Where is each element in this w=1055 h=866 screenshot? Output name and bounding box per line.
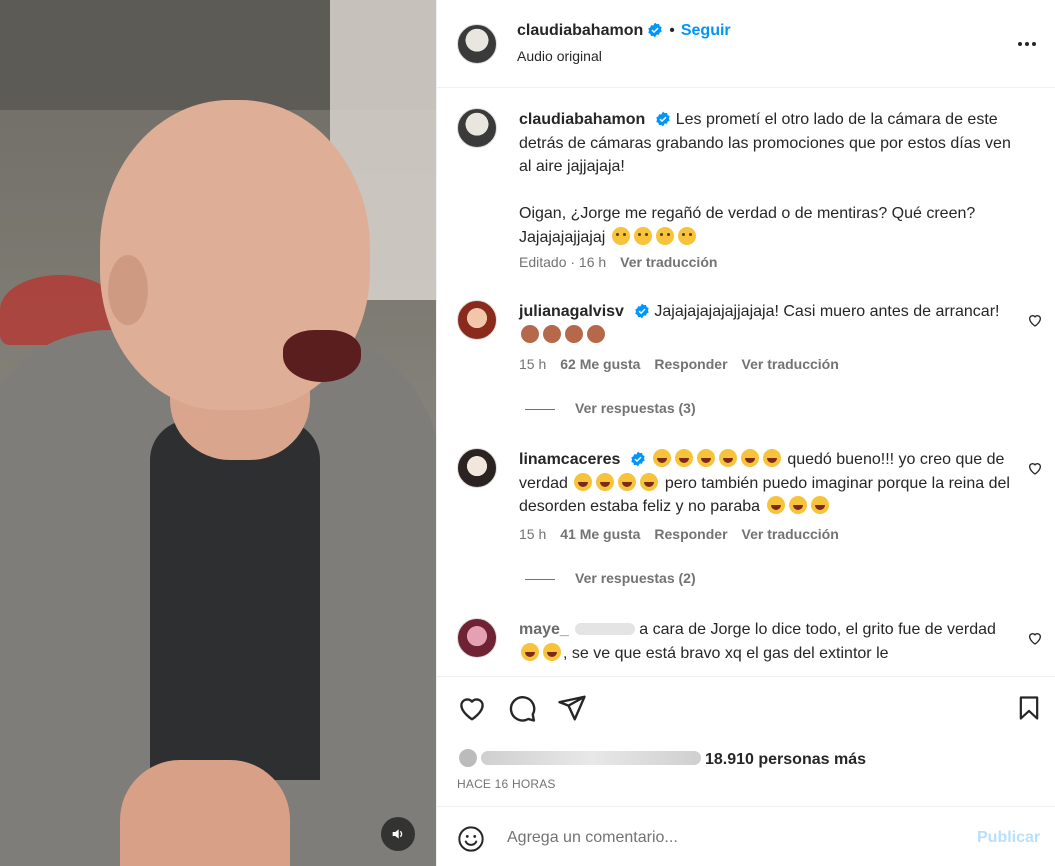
flushed-emoji-icon <box>677 226 696 245</box>
laughing-emoji-icon <box>674 449 693 467</box>
commenter-username[interactable]: linamcaceres <box>519 451 620 468</box>
post-media-video[interactable] <box>0 0 436 866</box>
comment-bubble-icon[interactable] <box>507 693 537 723</box>
follow-button[interactable]: Seguir <box>681 22 731 39</box>
video-person-hand <box>120 760 290 866</box>
post-timestamp[interactable]: HACE 16 HORAS <box>457 777 556 791</box>
likes-count[interactable]: 18.910 personas más <box>705 751 866 768</box>
laughing-emoji-icon <box>810 496 829 514</box>
verified-badge-icon <box>631 451 646 467</box>
video-person-shirt <box>150 420 320 780</box>
video-person-ear <box>108 255 148 325</box>
like-heart-icon[interactable] <box>457 693 487 723</box>
comment-like-heart-icon[interactable] <box>1027 312 1043 328</box>
comment-time: 15 h <box>519 356 547 372</box>
liker-avatar <box>457 747 479 769</box>
verified-badge-icon <box>648 22 662 38</box>
commenter-avatar[interactable] <box>457 300 497 340</box>
laughing-emoji-icon <box>652 449 671 467</box>
speaker-icon <box>392 829 403 839</box>
comment-time: 15 h <box>519 526 547 542</box>
laughing-emoji-icon <box>543 642 561 661</box>
caption-edited-time: Editado · 16 h <box>519 254 607 270</box>
volume-button[interactable] <box>381 817 415 851</box>
commenter-avatar[interactable] <box>457 448 497 488</box>
laughing-emoji-icon <box>618 472 637 491</box>
caption-meta: Editado · 16 h Ver traducción <box>519 254 717 270</box>
header-user-line: claudiabahamon • Seguir <box>517 22 731 40</box>
redacted-likers-blur <box>481 751 701 765</box>
see-no-evil-monkey-emoji-icon <box>521 324 539 343</box>
view-replies-button[interactable]: Ver respuestas (3) <box>525 400 696 416</box>
likes-summary[interactable]: 18.910 personas más <box>457 747 866 769</box>
laughing-emoji-icon <box>521 642 539 661</box>
more-options-icon[interactable] <box>1015 32 1039 56</box>
laughing-emoji-icon <box>574 472 593 491</box>
commenter-avatar[interactable] <box>457 618 497 658</box>
commenter-username[interactable]: julianagalvisv <box>519 303 624 320</box>
author-username[interactable]: claudiabahamon <box>517 22 643 39</box>
post-side-panel: claudiabahamon • Seguir Audio original cla… <box>436 0 1055 866</box>
comment-like-heart-icon[interactable] <box>1027 460 1043 476</box>
author-avatar[interactable] <box>457 24 497 64</box>
comment-input[interactable] <box>507 825 947 851</box>
publish-button[interactable]: Publicar <box>977 829 1040 847</box>
comment-like-heart-icon[interactable] <box>1027 630 1043 646</box>
caption-text: claudiabahamon Les prometí el otro lado … <box>519 108 1019 249</box>
comment-likes-count[interactable]: 41 Me gusta <box>560 526 640 542</box>
share-paper-plane-icon[interactable] <box>557 693 587 723</box>
comment-translate-link[interactable]: Ver traducción <box>742 526 839 542</box>
caption-author-avatar[interactable] <box>457 108 497 148</box>
verified-badge-icon <box>635 303 649 319</box>
add-comment-bar: Publicar <box>437 806 1055 866</box>
comment-meta: 15 h 62 Me gusta Responder Ver traducción <box>519 356 839 372</box>
comments-list[interactable]: claudiabahamon Les prometí el otro lado … <box>437 88 1055 676</box>
audio-label[interactable]: Audio original <box>517 48 602 64</box>
laughing-emoji-icon <box>766 496 785 514</box>
comment-translate-link[interactable]: Ver traducción <box>742 356 839 372</box>
laughing-emoji-icon <box>788 496 807 514</box>
laughing-emoji-icon <box>696 449 715 467</box>
emoji-picker-smiley-icon[interactable] <box>457 825 485 853</box>
caption-paragraph-2: Oigan, ¿Jorge me regañó de verdad o de m… <box>519 205 976 246</box>
commenter-username[interactable]: maye_ <box>519 621 569 638</box>
view-replies-button[interactable]: Ver respuestas (2) <box>525 570 696 586</box>
flushed-emoji-icon <box>611 226 630 245</box>
save-bookmark-icon[interactable] <box>1015 693 1043 723</box>
post-actions: 18.910 personas más HACE 16 HORAS <box>437 676 1055 806</box>
see-no-evil-monkey-emoji-icon <box>565 324 583 343</box>
see-no-evil-monkey-emoji-icon <box>587 324 605 343</box>
laughing-emoji-icon <box>762 449 781 467</box>
comment-body-part-2: pero también puedo imaginar porque la re… <box>519 474 1010 516</box>
comment-text: maye_ a cara de Jorge lo dice todo, el g… <box>519 618 1019 665</box>
post-header: claudiabahamon • Seguir Audio original <box>437 0 1055 88</box>
laughing-emoji-icon <box>640 472 659 491</box>
comment-reply-button[interactable]: Responder <box>654 526 727 542</box>
header-separator: • <box>669 22 675 39</box>
flushed-emoji-icon <box>655 226 674 245</box>
comment-text: julianagalvisv Jajajajajajajjajaja! Casi… <box>519 300 1019 347</box>
comment-likes-count[interactable]: 62 Me gusta <box>560 356 640 372</box>
comment-body-part-2: , se ve que está bravo xq el gas del ext… <box>563 644 889 662</box>
comment-meta: 15 h 41 Me gusta Responder Ver traducción <box>519 526 839 542</box>
redacted-username-blur <box>574 623 635 635</box>
flushed-emoji-icon <box>633 226 652 245</box>
video-person-mouth <box>283 330 361 382</box>
see-no-evil-monkey-emoji-icon <box>543 324 561 343</box>
verified-badge-icon <box>656 111 670 127</box>
laughing-emoji-icon <box>718 449 737 467</box>
caption-author-username[interactable]: claudiabahamon <box>519 111 645 128</box>
laughing-emoji-icon <box>596 472 615 491</box>
comment-body: Jajajajajajajjajaja! Casi muero antes de… <box>654 303 1000 320</box>
laughing-emoji-icon <box>740 449 759 467</box>
comment-text: linamcaceres quedó bueno!!! yo creo que … <box>519 448 1019 519</box>
caption-translate-link[interactable]: Ver traducción <box>620 254 717 270</box>
comment-body-part-1: a cara de Jorge lo dice todo, el grito f… <box>639 621 996 638</box>
comment-reply-button[interactable]: Responder <box>654 356 727 372</box>
